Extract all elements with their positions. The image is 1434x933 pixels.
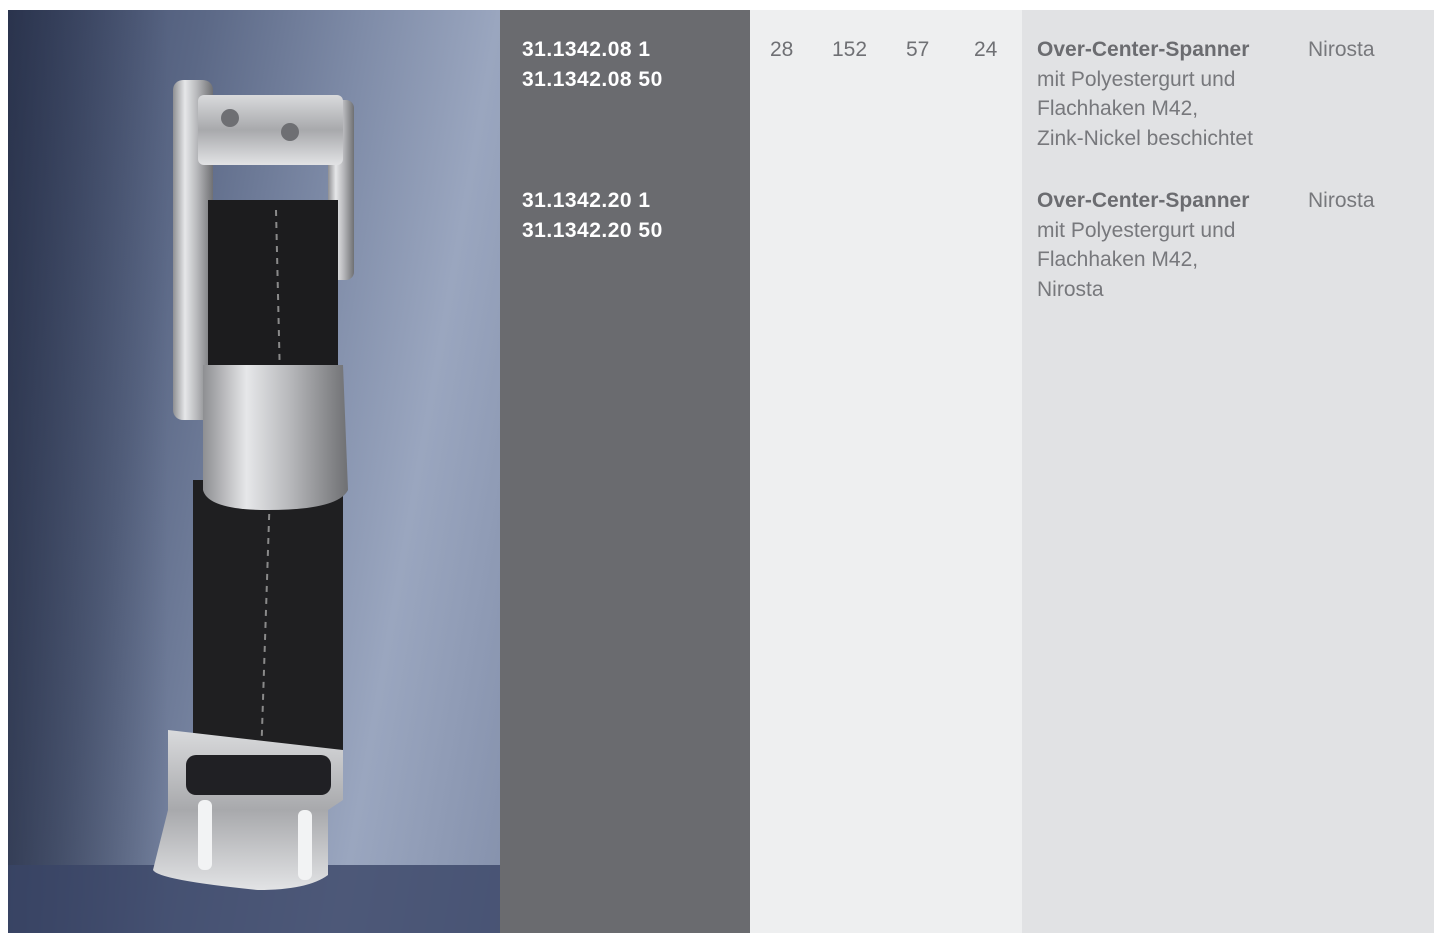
material-label: Nirosta <box>1308 38 1375 61</box>
description-line: Nirosta <box>1037 277 1104 301</box>
description-line: mit Polyestergurt und <box>1037 218 1236 242</box>
article-number-column: 31.1342.08 1 31.1342.08 50 31.1342.20 1 … <box>500 10 750 933</box>
product-name: Over-Center-Spanner <box>1037 38 1250 61</box>
over-center-latch-illustration <box>8 10 500 933</box>
dimension-value: 28 <box>770 38 794 61</box>
description-column: Over-Center-Spanner mit Polyestergurt un… <box>1022 10 1434 933</box>
article-number: 31.1342.20 1 <box>522 189 651 212</box>
article-number-group: 31.1342.08 1 31.1342.08 50 <box>522 35 663 95</box>
dimensions-column: 28 152 57 24 <box>750 10 1022 933</box>
description-line: Zink-Nickel beschichtet <box>1037 126 1253 150</box>
dimension-value: 24 <box>974 38 998 61</box>
article-number-group: 31.1342.20 1 31.1342.20 50 <box>522 186 663 246</box>
product-description: Over-Center-Spanner mit Polyestergurt un… <box>1037 186 1297 304</box>
product-photo <box>8 10 500 933</box>
description-line: Flachhaken M42, <box>1037 97 1199 120</box>
product-description: Over-Center-Spanner mit Polyestergurt un… <box>1037 35 1297 153</box>
description-line: Flachhaken M42, <box>1037 248 1199 271</box>
dimension-value: 57 <box>906 38 930 61</box>
article-number: 31.1342.20 50 <box>522 219 663 242</box>
product-name: Over-Center-Spanner <box>1037 189 1250 212</box>
article-number: 31.1342.08 50 <box>522 68 663 91</box>
material-label: Nirosta <box>1308 189 1375 212</box>
dimension-value: 152 <box>832 38 868 61</box>
description-line: mit Polyestergurt und <box>1037 67 1236 91</box>
article-number: 31.1342.08 1 <box>522 38 651 61</box>
